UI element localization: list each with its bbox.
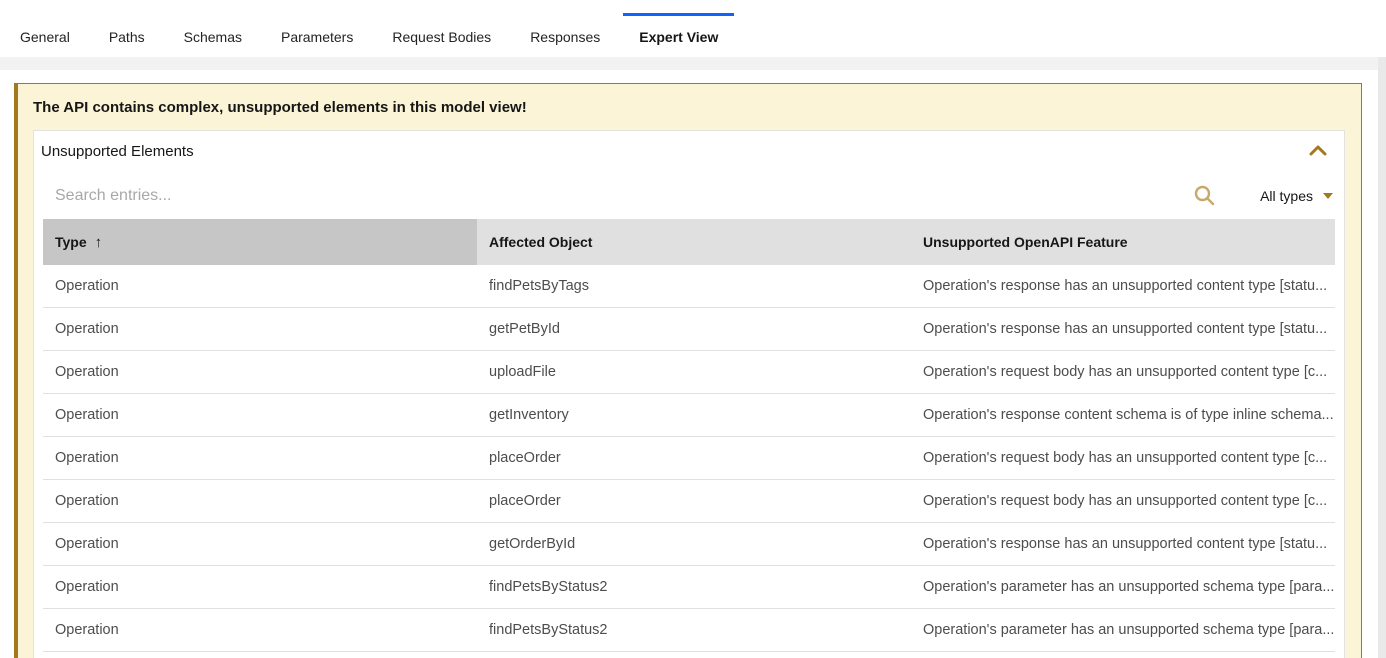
cell-affected-object: placeOrder xyxy=(477,437,911,479)
type-filter-value: All types xyxy=(1260,188,1313,204)
cell-feature: Operation's request body has an unsuppor… xyxy=(911,351,1335,393)
cell-type: Operation xyxy=(43,265,477,307)
column-header-type-label: Type xyxy=(55,234,87,250)
panel-header: Unsupported Elements xyxy=(34,131,1344,172)
table-body: Operation findPetsByTags Operation's res… xyxy=(43,265,1335,652)
tab-request-bodies[interactable]: Request Bodies xyxy=(376,13,507,57)
tab-parameters[interactable]: Parameters xyxy=(265,13,369,57)
cell-affected-object: getInventory xyxy=(477,394,911,436)
cell-affected-object: uploadFile xyxy=(477,351,911,393)
table-row[interactable]: Operation getOrderById Operation's respo… xyxy=(43,523,1335,566)
search-input[interactable] xyxy=(47,172,1238,219)
cell-type: Operation xyxy=(43,566,477,608)
tab-bar: General Paths Schemas Parameters Request… xyxy=(0,0,1386,57)
search-input-wrapper xyxy=(47,172,1238,219)
page-background-band xyxy=(0,57,1386,70)
cell-feature: Operation's response has an unsupported … xyxy=(911,265,1335,307)
type-filter-dropdown[interactable]: All types xyxy=(1238,172,1333,219)
table-row[interactable]: Operation getInventory Operation's respo… xyxy=(43,394,1335,437)
cell-type: Operation xyxy=(43,609,477,651)
column-header-unsupported-feature[interactable]: Unsupported OpenAPI Feature xyxy=(911,219,1335,265)
tab-expert-view[interactable]: Expert View xyxy=(623,13,734,57)
cell-feature: Operation's response has an unsupported … xyxy=(911,523,1335,565)
table-row[interactable]: Operation findPetsByTags Operation's res… xyxy=(43,265,1335,308)
column-header-type[interactable]: Type ↑ xyxy=(43,219,477,265)
cell-feature: Operation's request body has an unsuppor… xyxy=(911,480,1335,522)
cell-affected-object: getOrderById xyxy=(477,523,911,565)
table-row[interactable]: Operation getPetById Operation's respons… xyxy=(43,308,1335,351)
warning-banner: The API contains complex, unsupported el… xyxy=(14,83,1362,658)
caret-down-icon xyxy=(1323,193,1333,199)
cell-type: Operation xyxy=(43,480,477,522)
cell-type: Operation xyxy=(43,394,477,436)
cell-type: Operation xyxy=(43,523,477,565)
panel-title: Unsupported Elements xyxy=(41,143,194,160)
tab-responses[interactable]: Responses xyxy=(514,13,616,57)
cell-feature: Operation's request body has an unsuppor… xyxy=(911,437,1335,479)
tab-schemas[interactable]: Schemas xyxy=(168,13,258,57)
table-row[interactable]: Operation findPetsByStatus2 Operation's … xyxy=(43,566,1335,609)
cell-feature: Operation's parameter has an unsupported… xyxy=(911,566,1335,608)
cell-type: Operation xyxy=(43,351,477,393)
cell-affected-object: findPetsByStatus2 xyxy=(477,566,911,608)
cell-affected-object: placeOrder xyxy=(477,480,911,522)
chevron-up-icon xyxy=(1309,143,1327,161)
page: General Paths Schemas Parameters Request… xyxy=(0,0,1386,658)
sort-ascending-icon: ↑ xyxy=(95,234,103,251)
cell-affected-object: findPetsByTags xyxy=(477,265,911,307)
table-toolbar: All types xyxy=(34,172,1344,219)
table-header: Type ↑ Affected Object Unsupported OpenA… xyxy=(43,219,1335,265)
cell-feature: Operation's response has an unsupported … xyxy=(911,308,1335,350)
tab-paths[interactable]: Paths xyxy=(93,13,161,57)
cell-type: Operation xyxy=(43,437,477,479)
cell-affected-object: findPetsByStatus2 xyxy=(477,609,911,651)
table-row[interactable]: Operation placeOrder Operation's request… xyxy=(43,437,1335,480)
cell-type: Operation xyxy=(43,308,477,350)
table-row[interactable]: Operation placeOrder Operation's request… xyxy=(43,480,1335,523)
cell-feature: Operation's parameter has an unsupported… xyxy=(911,609,1335,651)
unsupported-elements-table: Type ↑ Affected Object Unsupported OpenA… xyxy=(43,219,1335,652)
cell-feature: Operation's response content schema is o… xyxy=(911,394,1335,436)
scrollbar[interactable] xyxy=(1378,57,1386,658)
cell-affected-object: getPetById xyxy=(477,308,911,350)
warning-banner-title: The API contains complex, unsupported el… xyxy=(18,84,1361,129)
column-header-affected-object[interactable]: Affected Object xyxy=(477,219,911,265)
collapse-panel-button[interactable] xyxy=(1309,143,1327,161)
table-row[interactable]: Operation findPetsByStatus2 Operation's … xyxy=(43,609,1335,652)
unsupported-elements-panel: Unsupported Elements xyxy=(33,130,1345,658)
table-row[interactable]: Operation uploadFile Operation's request… xyxy=(43,351,1335,394)
content-area: The API contains complex, unsupported el… xyxy=(0,83,1386,658)
search-icon[interactable] xyxy=(1193,184,1216,212)
tab-general[interactable]: General xyxy=(4,13,86,57)
